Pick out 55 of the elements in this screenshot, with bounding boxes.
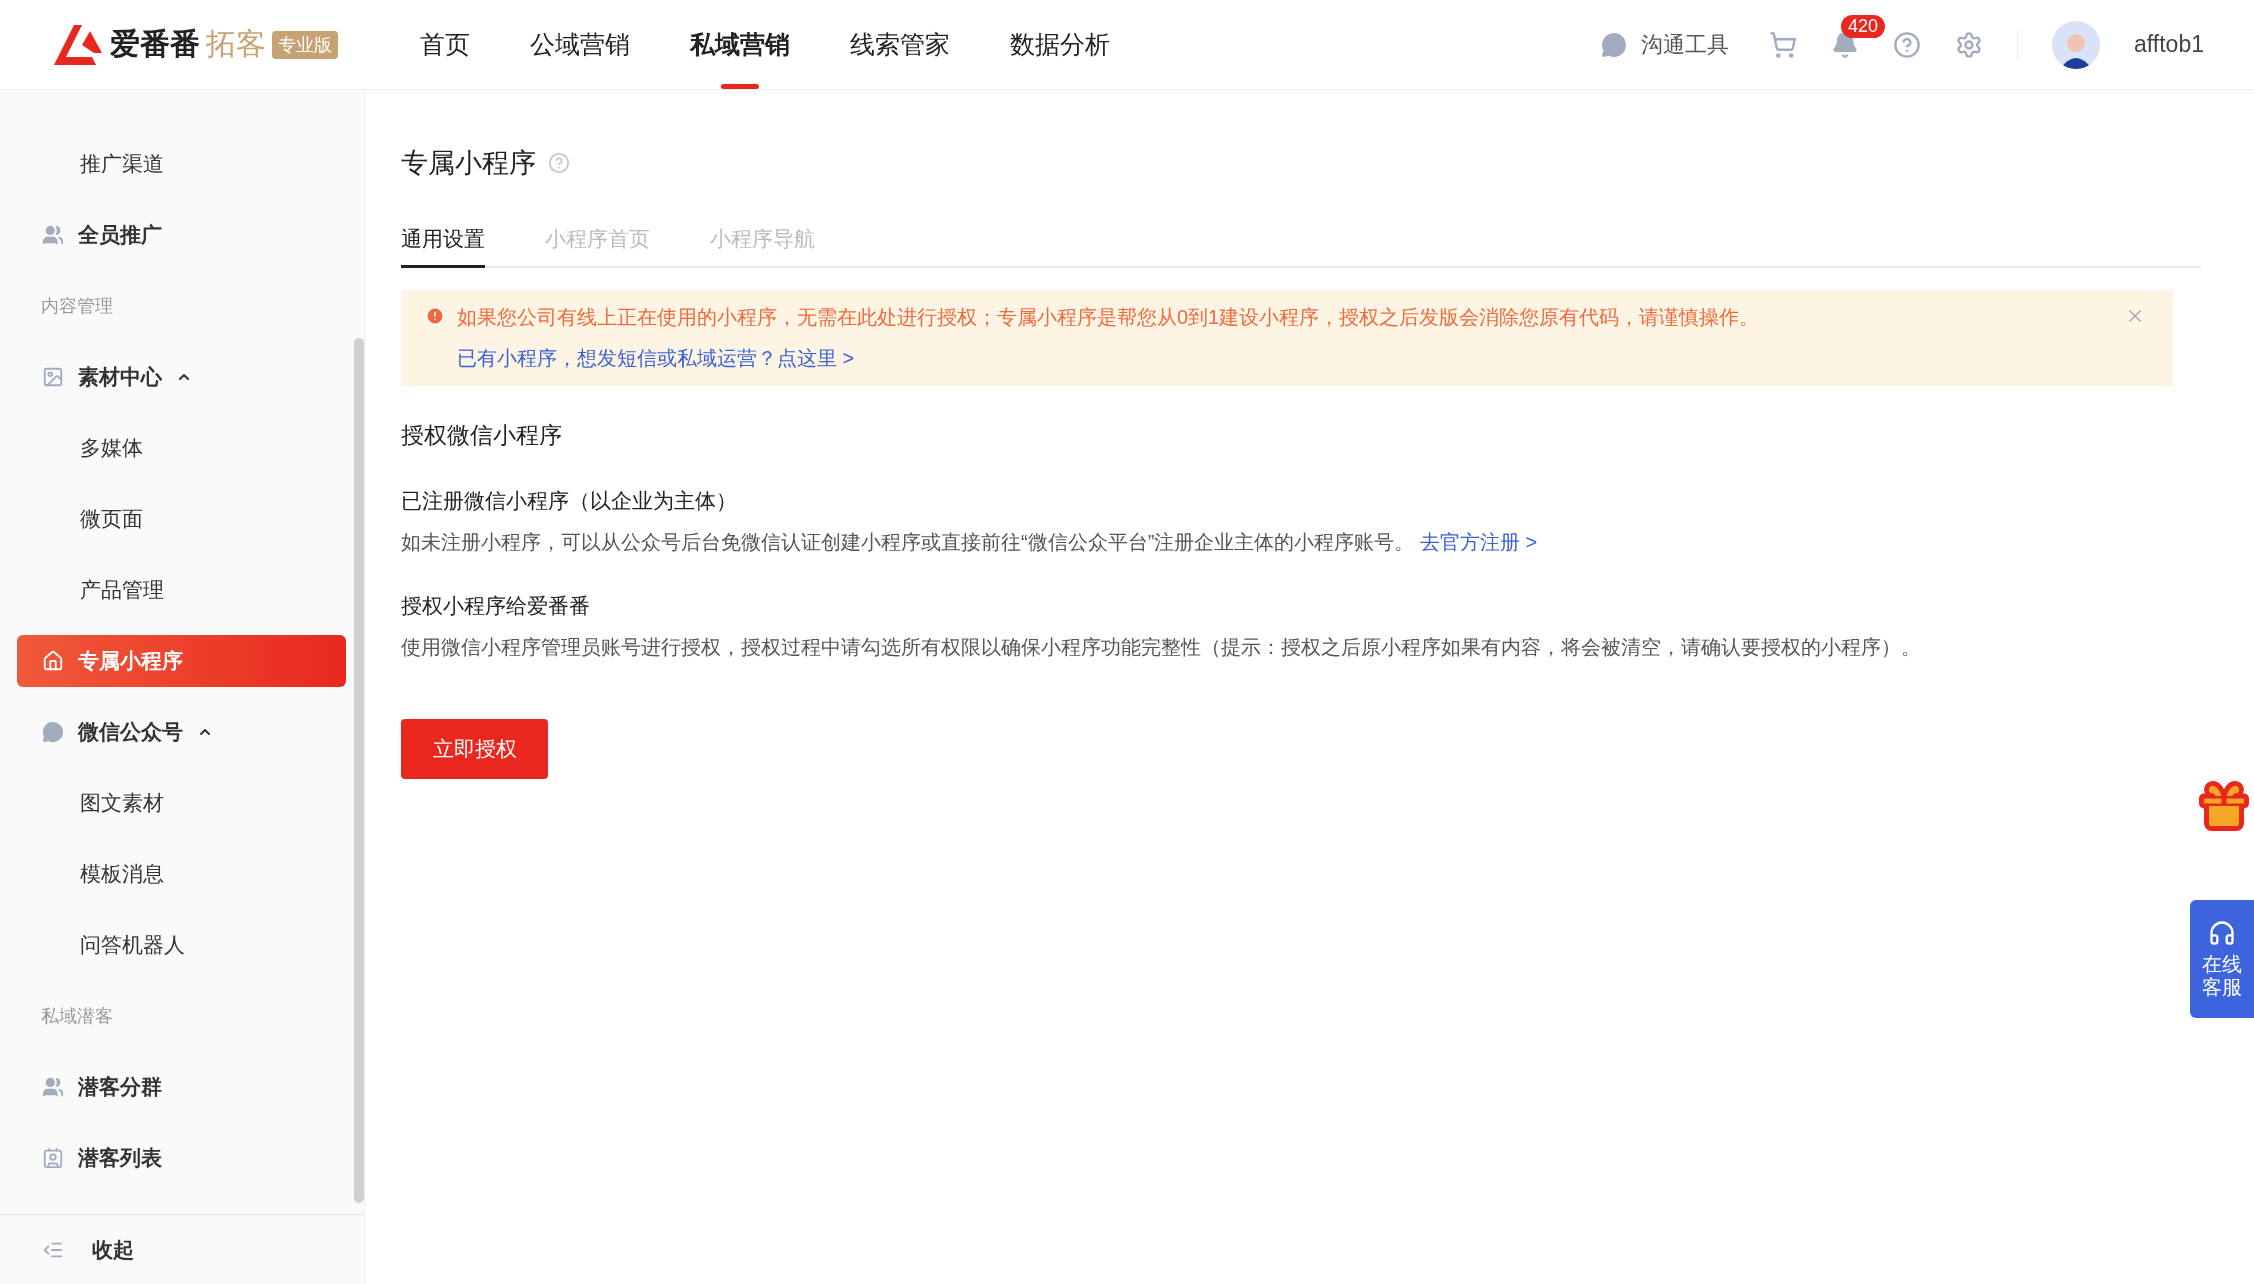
step-title: 授权小程序给爱番番 (401, 593, 591, 619)
sidebar-item[interactable]: 潜客分群 (17, 1060, 346, 1113)
authorize-button[interactable]: 立即授权 (401, 719, 548, 779)
sidebar-section-label: 私域潜客 (40, 1004, 113, 1028)
image-icon (42, 365, 64, 388)
nav-tab[interactable]: 数据分析 (1004, 0, 1116, 89)
step-title: 已注册微信小程序（以企业为主体） (401, 488, 738, 514)
nav-tab[interactable]: 线索管家 (844, 0, 956, 89)
contact-link[interactable]: 已有小程序，想发短信或私域运营？点这里 > (457, 345, 1760, 372)
step-description: 如未注册小程序，可以从公众号后台免微信认证创建小程序或直接前往“微信公众平台”注册企业主体的小程序账号。 去官方注册 > (401, 530, 1538, 555)
sidebar-item[interactable]: 全员推广 (17, 208, 346, 261)
nav-tab[interactable]: 私域营销 (684, 0, 796, 89)
users-icon (42, 223, 64, 246)
house-icon (42, 649, 64, 672)
username: afftob1 (2134, 31, 2204, 58)
online-support-button[interactable]: 在线客服 (2190, 900, 2254, 1018)
headset-icon (2208, 919, 2236, 947)
edition-badge: 专业版 (272, 30, 338, 59)
chat-icon (1601, 31, 1628, 58)
chat-tool-button[interactable]: 沟通工具 (1595, 28, 1736, 61)
sidebar-item[interactable]: 产品管理 (17, 563, 346, 616)
register-link[interactable]: 去官方注册 > (1419, 531, 1538, 553)
logo-icon (52, 22, 104, 67)
help-icon[interactable] (548, 152, 570, 174)
sidebar-item[interactable]: 问答机器人 (17, 918, 346, 971)
sidebar-item[interactable]: 专属小程序 (17, 634, 346, 687)
users-icon (42, 1075, 64, 1098)
tab[interactable]: 通用设置 (401, 225, 485, 268)
sidebar-item[interactable]: 微页面 (17, 492, 346, 545)
logo-product: 拓客 (206, 26, 266, 62)
warning-message: 如果您公司有线上正在使用的小程序，无需在此处进行授权；专属小程序是帮您从0到1建设小程序，授权之后发版会消除您原有代码，请谨慎操作。 (457, 305, 1760, 330)
sidebar-item[interactable]: 图文素材 (17, 776, 346, 829)
sidebar-section-label: 内容管理 (40, 294, 113, 318)
nav-tab[interactable]: 公域营销 (524, 0, 636, 89)
cart-button[interactable] (1769, 30, 1798, 59)
help-button[interactable] (1893, 30, 1922, 59)
sidebar-item[interactable]: 推广渠道 (17, 137, 346, 190)
sidebar-item[interactable]: 微信公众号 (17, 705, 346, 758)
sidebar-item[interactable]: 潜客列表 (17, 1131, 346, 1184)
sidebar-item[interactable]: 素材中心 (17, 350, 346, 403)
notification-button[interactable] (1831, 30, 1860, 59)
warning-icon (425, 306, 445, 326)
notification-count: 420 (1841, 14, 1886, 38)
contact-card-icon (42, 1146, 64, 1169)
scrollbar[interactable] (354, 338, 364, 1203)
collapse-button[interactable]: 收起 (0, 1214, 364, 1284)
chat-icon (42, 720, 64, 743)
sidebar-item[interactable]: 多媒体 (17, 421, 346, 474)
settings-button[interactable] (1955, 30, 1984, 59)
sidebar-item[interactable]: 模板消息 (17, 847, 346, 900)
nav-tab[interactable]: 首页 (414, 0, 476, 89)
page-title: 专属小程序 (401, 147, 536, 180)
section-title: 授权微信小程序 (401, 421, 562, 450)
step-description: 使用微信小程序管理员账号进行授权，授权过程中请勾选所有权限以确保小程序功能完整性（提示：授权之后原小程序如果有内容，将会被清空，请确认要授权的小程序）。 (401, 635, 1921, 660)
logo-name: 爱番番 (110, 26, 200, 62)
